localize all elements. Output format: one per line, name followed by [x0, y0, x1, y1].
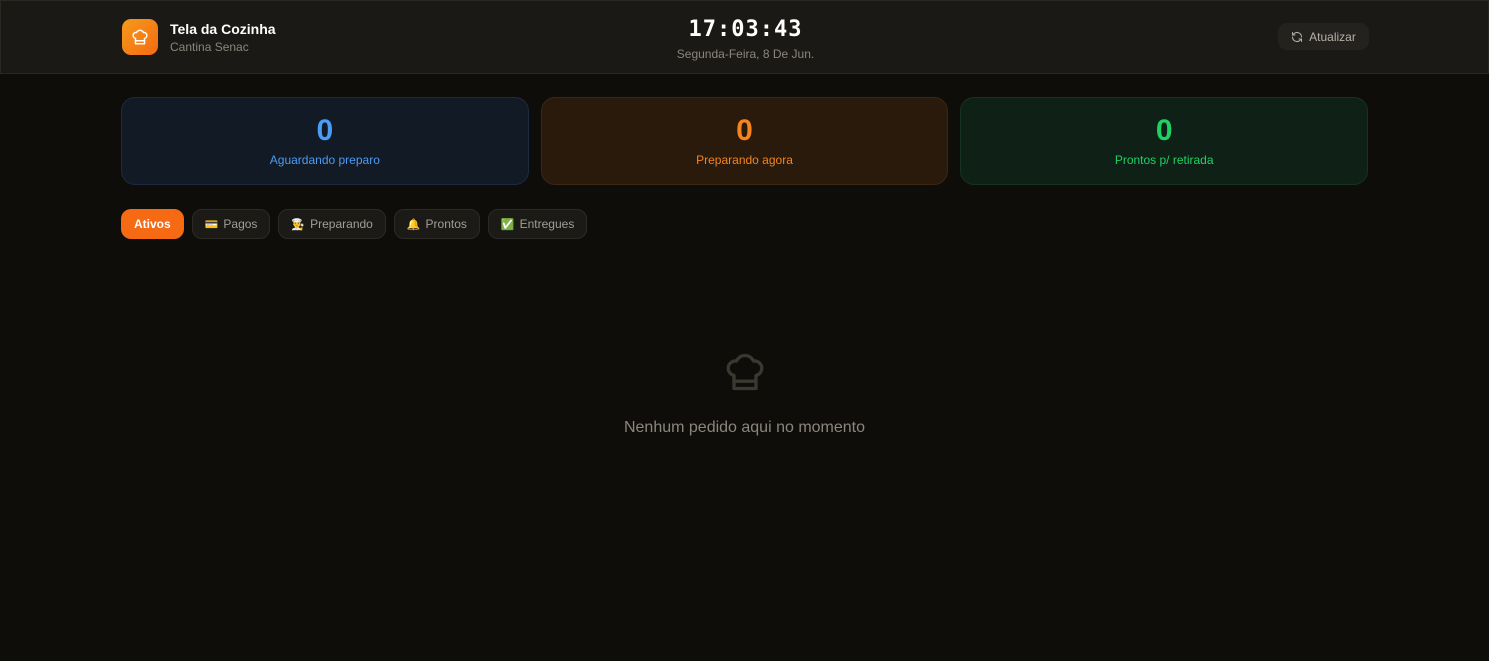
stats-row: 0 Aguardando preparo 0 Preparando agora … — [121, 97, 1369, 185]
stat-value: 0 — [1155, 114, 1173, 147]
refresh-label: Atualizar — [1309, 29, 1356, 44]
date: Segunda-Feira, 8 De Jun. — [676, 47, 815, 61]
refresh-button[interactable]: Atualizar — [1278, 23, 1369, 50]
filter-label: Entregues — [519, 217, 575, 231]
clock-block: 17:03:43 Segunda-Feira, 8 De Jun. — [1, 17, 1489, 61]
stat-card-ready: 0 Prontos p/ retirada — [960, 97, 1369, 185]
stat-label: Prontos p/ retirada — [1114, 153, 1214, 167]
stat-label: Preparando agora — [696, 153, 793, 167]
filter-label: Prontos — [425, 217, 467, 231]
chef-hat-icon — [723, 350, 767, 399]
filter-tab-entregues[interactable]: ✅ Entregues — [487, 209, 588, 239]
refresh-icon — [1292, 31, 1303, 42]
filter-tab-preparando[interactable]: 👨‍🍳 Preparando — [278, 209, 386, 239]
stat-value: 0 — [316, 114, 334, 147]
top-bar: Tela da Cozinha Cantina Senac 17:03:43 S… — [0, 0, 1489, 74]
stat-value: 0 — [736, 114, 753, 147]
filter-tab-ativos[interactable]: Ativos — [121, 209, 184, 239]
stat-card-preparing: 0 Preparando agora — [540, 97, 949, 185]
bell-icon: 🔔 — [406, 217, 421, 231]
filter-label: Pagos — [223, 217, 258, 231]
credit-card-icon: 💳 — [204, 217, 219, 231]
check-box-icon: ✅ — [500, 217, 515, 231]
clock: 17:03:43 — [688, 17, 803, 42]
filter-tabs: Ativos 💳 Pagos 👨‍🍳 Preparando 🔔 Prontos … — [121, 209, 588, 239]
filter-label: Preparando — [310, 217, 373, 231]
filter-label: Ativos — [134, 217, 171, 231]
stat-card-waiting: 0 Aguardando preparo — [121, 97, 529, 185]
empty-message: Nenhum pedido aqui no momento — [623, 419, 866, 436]
cook-icon: 👨‍🍳 — [291, 217, 306, 231]
filter-tab-pagos[interactable]: 💳 Pagos — [191, 209, 271, 239]
stat-label: Aguardando preparo — [269, 153, 380, 167]
filter-tab-prontos[interactable]: 🔔 Prontos — [393, 209, 480, 239]
empty-state: Nenhum pedido aqui no momento — [0, 350, 1489, 437]
